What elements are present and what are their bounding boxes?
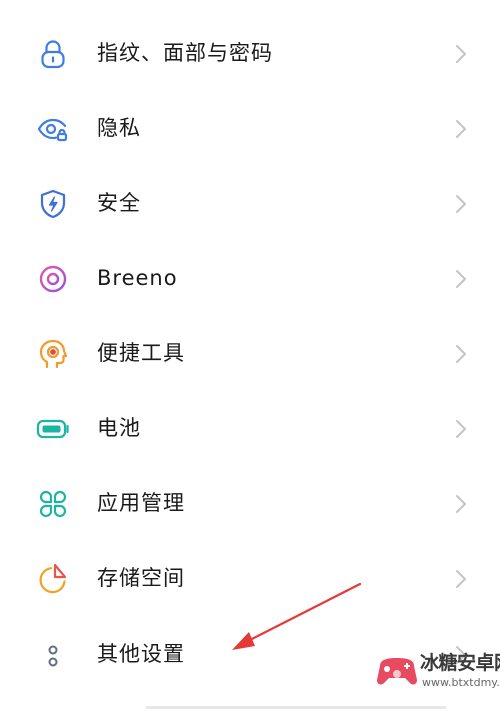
watermark-logo-icon bbox=[372, 652, 422, 692]
head-target-icon bbox=[36, 337, 70, 371]
settings-item-privacy[interactable]: 隐私 bbox=[0, 91, 500, 166]
settings-item-storage[interactable]: 存储空间 bbox=[0, 541, 500, 616]
chevron-right-icon bbox=[452, 119, 470, 139]
settings-item-security[interactable]: 安全 bbox=[0, 166, 500, 241]
settings-item-label: 其他设置 bbox=[97, 642, 185, 666]
shield-bolt-icon bbox=[36, 187, 70, 221]
watermark-url: www.btxtdmy.com bbox=[422, 676, 500, 689]
settings-item-label: 电池 bbox=[97, 416, 141, 440]
settings-item-battery[interactable]: 电池 bbox=[0, 391, 500, 466]
settings-item-convenience-tools[interactable]: 便捷工具 bbox=[0, 316, 500, 391]
settings-item-label: 存储空间 bbox=[97, 566, 185, 590]
settings-item-label: Breeno bbox=[97, 266, 178, 290]
settings-item-fingerprint-face-password[interactable]: 指纹、面部与密码 bbox=[0, 16, 500, 91]
settings-item-label: 安全 bbox=[97, 191, 141, 215]
settings-item-label: 应用管理 bbox=[97, 491, 185, 515]
chevron-right-icon bbox=[452, 344, 470, 364]
breeno-ring-icon bbox=[36, 262, 70, 296]
pie-chart-icon bbox=[36, 562, 70, 596]
lock-icon bbox=[36, 37, 70, 71]
chevron-right-icon bbox=[452, 494, 470, 514]
watermark: 冰糖安卓网 www.btxtdmy.com bbox=[372, 648, 500, 713]
settings-item-label: 隐私 bbox=[97, 116, 141, 140]
chevron-right-icon bbox=[452, 194, 470, 214]
settings-item-breeno[interactable]: Breeno bbox=[0, 241, 500, 316]
chevron-right-icon bbox=[452, 269, 470, 289]
settings-item-app-management[interactable]: 应用管理 bbox=[0, 466, 500, 541]
watermark-title: 冰糖安卓网 bbox=[420, 652, 500, 674]
app-grid-icon bbox=[36, 487, 70, 521]
chevron-right-icon bbox=[452, 569, 470, 589]
chevron-right-icon bbox=[452, 419, 470, 439]
battery-icon bbox=[36, 412, 70, 446]
chevron-right-icon bbox=[452, 44, 470, 64]
dots-icon bbox=[36, 638, 70, 672]
privacy-eye-icon bbox=[36, 112, 70, 146]
settings-item-label: 指纹、面部与密码 bbox=[97, 41, 273, 65]
settings-item-label: 便捷工具 bbox=[97, 341, 185, 365]
